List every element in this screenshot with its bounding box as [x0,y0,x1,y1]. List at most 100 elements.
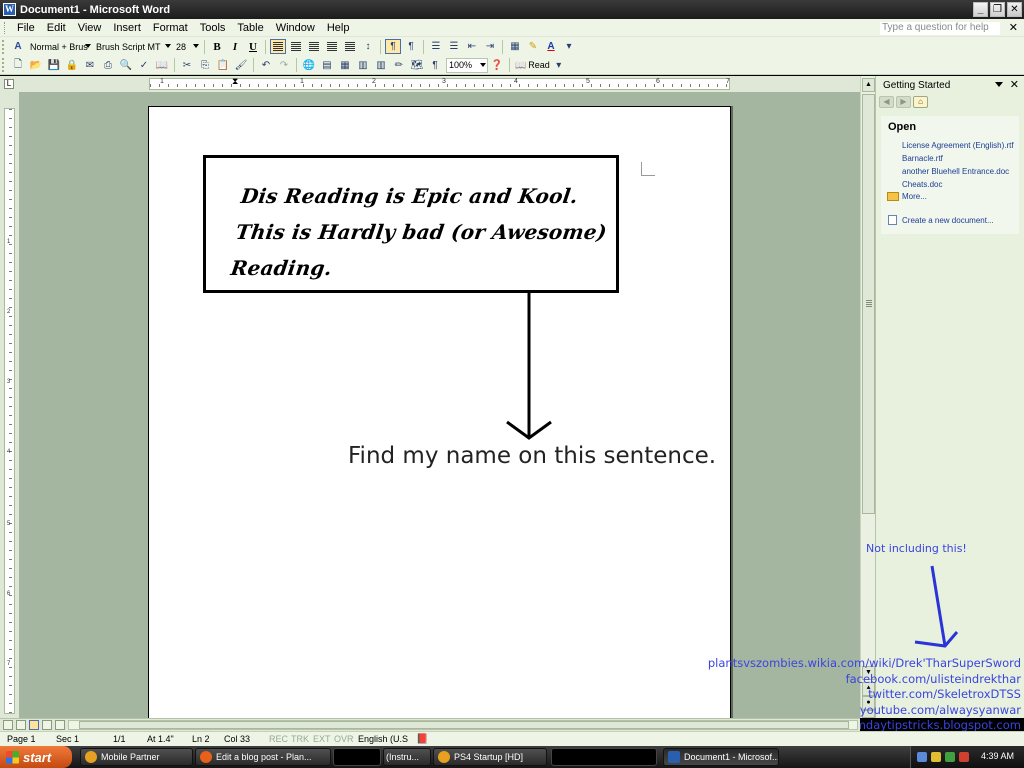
border-button[interactable]: ▦ [507,39,523,54]
ask-question-input[interactable]: Type a question for help [880,22,1000,35]
status-ovr[interactable]: OVR [334,734,354,744]
menu-insert[interactable]: Insert [107,22,147,34]
indent-marker-icon[interactable]: ⧗ [232,76,238,87]
underline-button[interactable]: U [245,39,261,54]
print-preview-icon[interactable]: 🔍 [118,58,134,73]
create-new-document-link[interactable]: Create a new document... [902,216,994,225]
recent-file-link[interactable]: Cheats.doc [902,180,942,189]
distributed-button[interactable] [342,39,358,54]
ltr-button[interactable]: ¶ [385,39,401,54]
vertical-ruler-strip[interactable]: 1 2 3 4 5 6 7 [4,108,15,714]
menu-format[interactable]: Format [147,22,194,34]
menu-file[interactable]: File [11,22,41,34]
align-center-button[interactable] [288,39,304,54]
task-redacted[interactable] [551,748,657,766]
reading-view-button[interactable] [55,720,65,730]
tray-update-icon[interactable] [945,752,955,762]
font-combo[interactable]: Brush Script MT [93,39,173,54]
menu-view[interactable]: View [72,22,108,34]
align-right-button[interactable] [306,39,322,54]
start-button[interactable]: start [0,746,72,768]
close-window-button[interactable]: ✕ [1007,2,1022,17]
recent-file-link[interactable]: another Bluehell Entrance.doc [902,167,1009,176]
callout-text[interactable]: Dis Reading is Epic and Kool. This is Ha… [228,178,623,286]
arrow-shape[interactable] [499,292,559,442]
close-document-icon[interactable]: ✕ [1009,21,1018,34]
toolbar-options-icon[interactable]: ▾ [551,58,567,73]
increase-indent-button[interactable]: ⇥ [482,39,498,54]
horizontal-scroll-thumb[interactable] [79,721,849,729]
recent-file-link[interactable]: License Agreement (English).rtf [902,141,1014,150]
vertical-scrollbar[interactable]: ▲ ▼ ⯅ ● [860,76,875,718]
menu-table[interactable]: Table [231,22,269,34]
task-blog-post[interactable]: Edit a blog post - Plan... [195,748,331,766]
menu-grip[interactable] [4,21,7,34]
zoom-combo[interactable]: 100% [446,57,488,73]
copy-icon[interactable]: ⎘ [197,58,213,73]
close-icon[interactable]: ✕ [1010,78,1019,91]
tray-volume-icon[interactable] [959,752,969,762]
line-spacing-button[interactable]: ↕ [360,39,376,54]
toolbar-options-icon[interactable]: ▾ [561,39,577,54]
justify-button[interactable] [324,39,340,54]
chevron-down-icon[interactable] [995,82,1003,87]
format-painter-icon[interactable]: 🖌 [233,58,249,73]
insert-table-icon[interactable]: ▦ [337,58,353,73]
insert-excel-icon[interactable]: ▥ [355,58,371,73]
tab-selector[interactable]: L [4,79,14,89]
paste-icon[interactable]: 📋 [215,58,231,73]
save-icon[interactable]: 💾 [46,58,62,73]
home-icon[interactable]: ⌂ [913,96,928,108]
horizontal-scrollbar[interactable] [68,720,858,730]
document-map-icon[interactable]: 🗺 [409,58,425,73]
word-app-icon[interactable]: W [3,3,16,16]
new-document-icon[interactable]: 🗋 [10,58,26,73]
email-icon[interactable]: ✉ [82,58,98,73]
callout-textbox[interactable]: Dis Reading is Epic and Kool. This is Ha… [203,155,619,293]
outline-view-button[interactable] [42,720,52,730]
menu-edit[interactable]: Edit [41,22,72,34]
columns-icon[interactable]: ▥ [373,58,389,73]
scroll-up-button[interactable]: ▲ [862,78,875,92]
status-trk[interactable]: TRK [291,734,309,744]
research-icon[interactable]: 📖 [154,58,170,73]
tray-shield-icon[interactable] [931,752,941,762]
align-left-button[interactable] [270,39,286,54]
read-button[interactable]: 📖 Read [515,60,550,71]
toolbar-grip[interactable] [2,39,6,54]
font-color-button[interactable]: A [543,39,559,54]
task-redacted[interactable] [333,748,381,766]
toolbar-grip[interactable] [2,58,6,72]
task-word-document[interactable]: Document1 - Microsof... [663,748,779,766]
task-ps4-startup[interactable]: PS4 Startup [HD] [433,748,547,766]
scroll-thumb[interactable] [862,94,875,514]
menu-help[interactable]: Help [321,22,356,34]
normal-view-button[interactable] [3,720,13,730]
style-combo[interactable]: Normal + Brus [27,39,93,54]
permission-icon[interactable]: 🔒 [64,58,80,73]
document-page[interactable]: Dis Reading is Epic and Kool. This is Ha… [148,106,731,718]
spelling-icon[interactable]: ✓ [136,58,152,73]
menu-tools[interactable]: Tools [194,22,232,34]
print-icon[interactable]: ⎙ [100,58,116,73]
task-instructions[interactable]: (Instru... [383,748,431,766]
horizontal-ruler[interactable]: 1 1 2 3 4 5 6 7 ⧗ [149,76,730,90]
italic-button[interactable]: I [227,39,243,54]
open-icon[interactable]: 📂 [28,58,44,73]
spelling-status-icon[interactable]: 📕 [416,734,428,745]
show-hide-icon[interactable]: ¶ [427,58,443,73]
drawing-icon[interactable]: ✏ [391,58,407,73]
highlight-button[interactable]: ✎ [525,39,541,54]
print-layout-button[interactable] [29,720,39,730]
undo-icon[interactable]: ↶ [258,58,274,73]
bullets-button[interactable]: ☰ [446,39,462,54]
styles-formatting-icon[interactable]: A [10,39,26,54]
redo-icon[interactable]: ↷ [276,58,292,73]
numbering-button[interactable]: ☰ [428,39,444,54]
web-view-button[interactable] [16,720,26,730]
tray-network-icon[interactable] [917,752,927,762]
more-link[interactable]: More... [902,192,927,201]
status-language[interactable]: English (U.S [358,734,408,744]
status-rec[interactable]: REC [269,734,288,744]
clock[interactable]: 4:39 AM [981,751,1014,761]
